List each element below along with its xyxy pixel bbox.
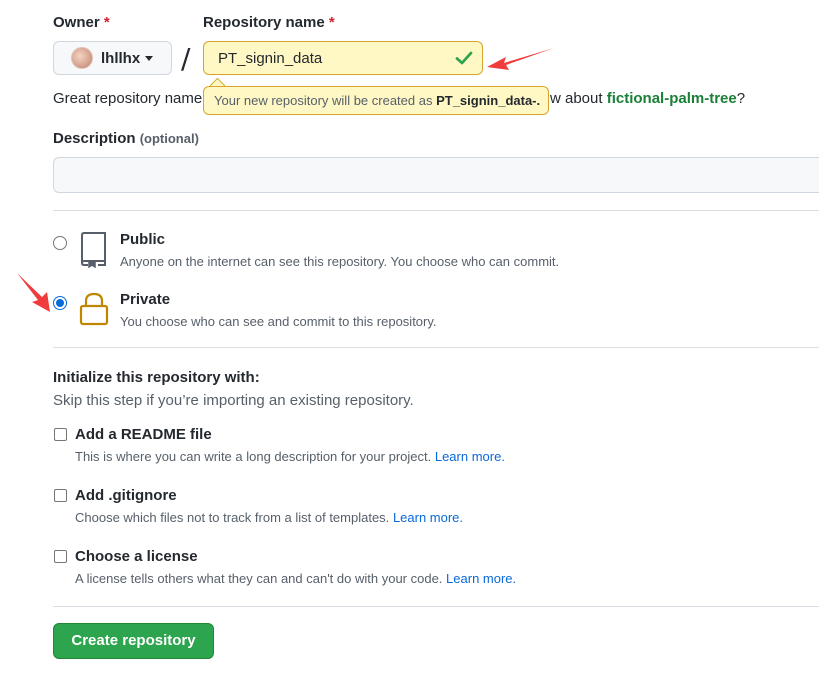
license-desc-text: A license tells others what they can and… [75, 571, 443, 586]
tooltip-prefix: Your new repository will be created as [214, 93, 433, 108]
suggestion-text-right: w about fictional-palm-tree? [550, 90, 745, 107]
suggested-name-link[interactable]: fictional-palm-tree [607, 90, 737, 107]
required-mark: * [103, 14, 110, 31]
suggestion-end: ? [736, 90, 746, 107]
gitignore-checkbox[interactable] [54, 489, 67, 502]
readme-desc-text: This is where you can write a long descr… [75, 449, 432, 464]
owner-label-text: Owner [53, 14, 100, 31]
license-learn-more-link[interactable]: Learn more. [446, 571, 516, 586]
license-option-desc: A license tells others what they can and… [75, 571, 516, 586]
radio-private[interactable] [53, 296, 67, 310]
annotation-arrow-icon [17, 273, 50, 312]
readme-option-desc: This is where you can write a long descr… [75, 449, 505, 464]
gitignore-option-desc: Choose which files not to track from a l… [75, 510, 463, 525]
owner-name: lhllhx [101, 49, 141, 67]
suggestion-text-left: Great repository name [53, 90, 203, 107]
init-section-subtitle: Skip this step if you’re importing an ex… [53, 392, 414, 409]
repo-name-label-text: Repository name [203, 14, 325, 31]
repo-name-tooltip: Your new repository will be created as P… [203, 86, 549, 115]
description-label-text: Description [53, 130, 136, 147]
avatar [71, 47, 93, 69]
lock-icon [79, 292, 109, 326]
chevron-down-icon [145, 55, 154, 61]
create-repository-button[interactable]: Create repository [53, 623, 214, 659]
divider [53, 347, 819, 348]
tooltip-repo-name: PT_signin_data-. [436, 93, 541, 108]
license-option-title: Choose a license [75, 548, 198, 565]
check-icon [455, 51, 473, 65]
repo-name-input[interactable] [203, 41, 483, 75]
gitignore-option-title: Add .gitignore [75, 487, 177, 504]
owner-dropdown[interactable]: lhllhx [53, 41, 172, 75]
visibility-private-title: Private [120, 291, 171, 308]
divider [53, 606, 819, 607]
description-input[interactable] [53, 157, 819, 193]
init-section-title: Initialize this repository with: [53, 369, 260, 386]
visibility-public-title: Public [120, 231, 166, 248]
optional-label: (optional) [139, 131, 199, 146]
repo-name-label: Repository name * [203, 14, 335, 31]
radio-public[interactable] [53, 236, 67, 250]
readme-checkbox[interactable] [54, 428, 67, 441]
owner-repo-separator: / [181, 42, 191, 75]
readme-option-title: Add a README file [75, 426, 212, 443]
gitignore-learn-more-link[interactable]: Learn more. [393, 510, 463, 525]
suggestion-how-about: w about [550, 90, 603, 107]
readme-learn-more-link[interactable]: Learn more. [435, 449, 505, 464]
license-checkbox[interactable] [54, 550, 67, 563]
annotation-arrow-icon [487, 48, 554, 70]
required-mark: * [328, 14, 335, 31]
gitignore-desc-text: Choose which files not to track from a l… [75, 510, 390, 525]
visibility-public-desc: Anyone on the internet can see this repo… [120, 254, 560, 269]
visibility-private-desc: You choose who can see and commit to thi… [120, 314, 437, 329]
repo-icon [81, 232, 106, 268]
owner-label: Owner * [53, 14, 110, 31]
divider [53, 210, 819, 211]
description-label: Description (optional) [53, 130, 199, 147]
